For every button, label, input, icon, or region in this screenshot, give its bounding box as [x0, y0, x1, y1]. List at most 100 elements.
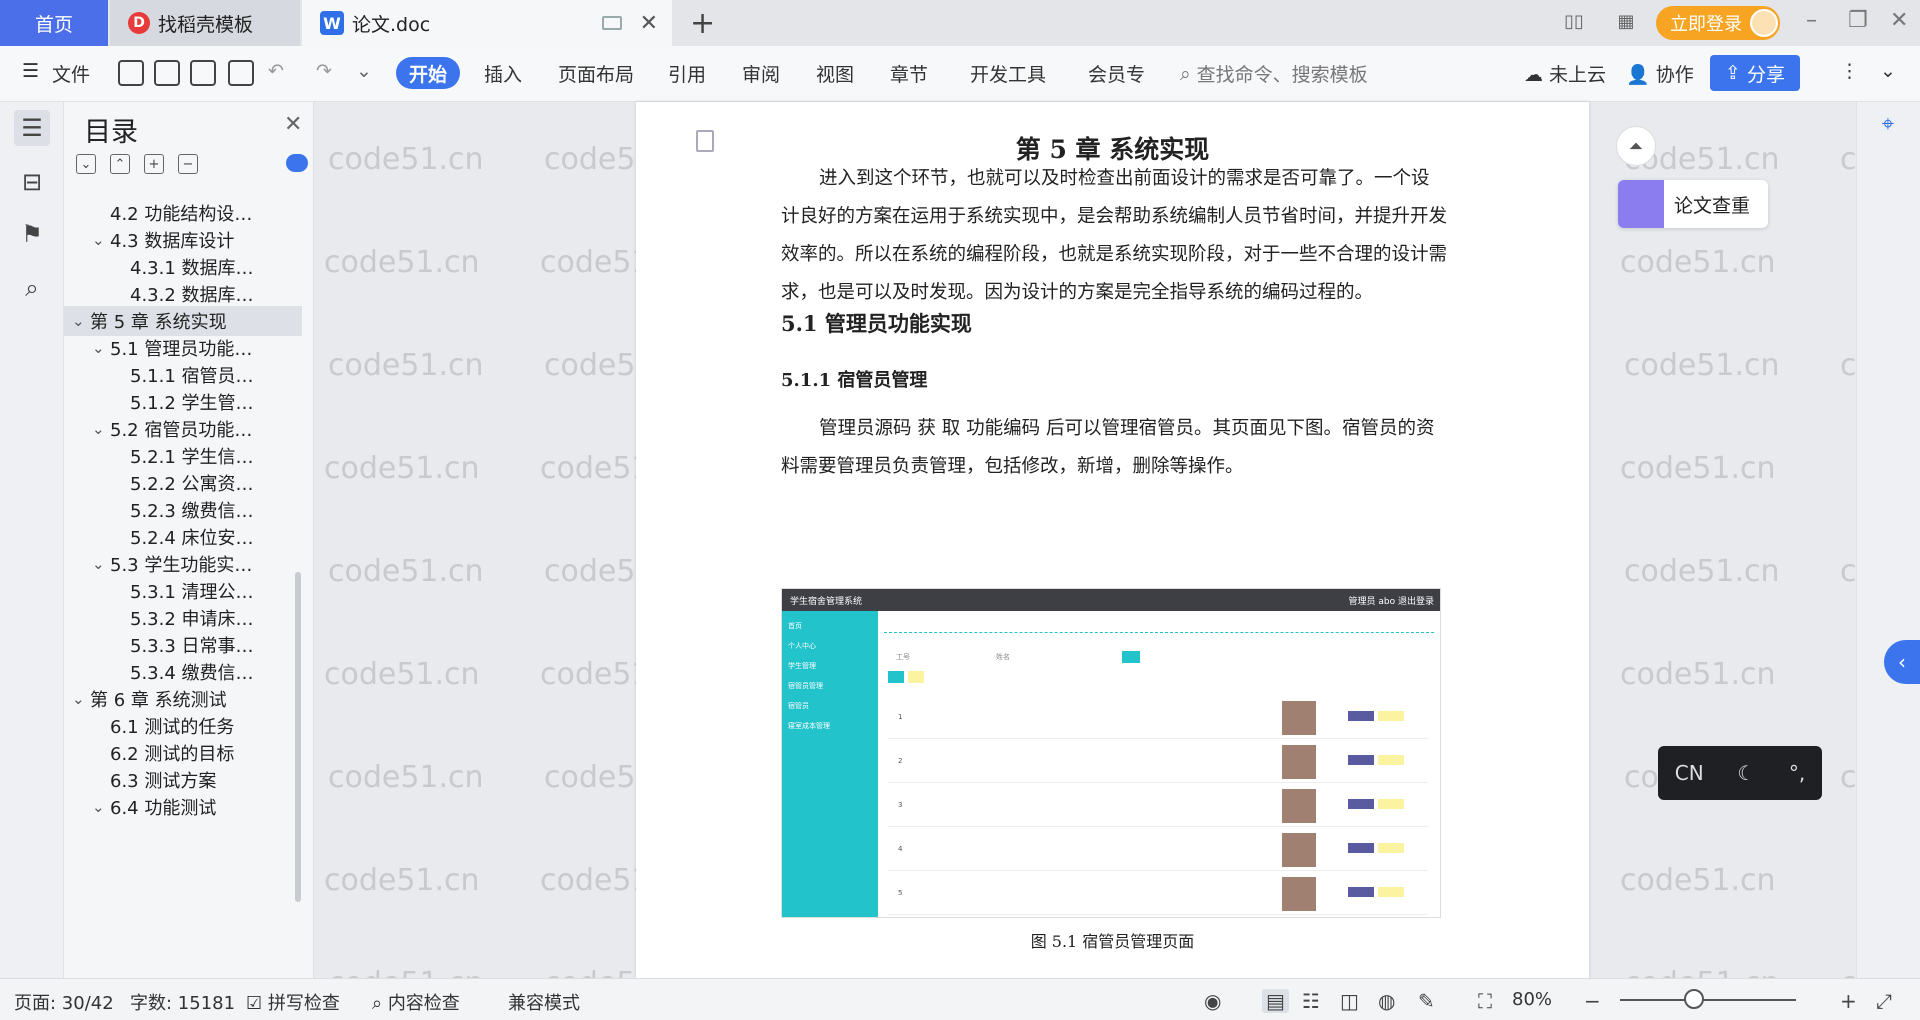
- toc-item[interactable]: 5.3.1 清理公…: [64, 576, 302, 606]
- tab-document[interactable]: W 论文.doc ✕: [302, 0, 672, 46]
- close-tab-icon[interactable]: ✕: [640, 11, 658, 36]
- outline-view-icon[interactable]: ☷: [1302, 989, 1320, 1013]
- toc-item[interactable]: 4.3.2 数据库…: [64, 279, 302, 309]
- share-button[interactable]: ⇪ 分享: [1710, 55, 1800, 91]
- toc-item[interactable]: 5.1.1 宿管员…: [64, 360, 302, 390]
- close-window-icon[interactable]: ✕: [1890, 8, 1908, 33]
- toc-item[interactable]: 5.3.2 申请床…: [64, 603, 302, 633]
- chevron-down-icon[interactable]: ⌄: [72, 690, 90, 708]
- login-button[interactable]: 立即登录: [1656, 6, 1780, 40]
- toc-item[interactable]: ⌄ 5.3 学生功能实…: [64, 549, 302, 579]
- chevron-down-icon[interactable]: ⌄: [72, 312, 90, 330]
- search-doc-icon[interactable]: ⌕: [14, 270, 50, 306]
- layout-icon[interactable]: ▯▯: [1560, 10, 1588, 32]
- toc-item[interactable]: 5.2.2 公寓资…: [64, 468, 302, 498]
- menu-member[interactable]: 会员专: [1088, 60, 1145, 87]
- export-icon[interactable]: [154, 60, 180, 86]
- zoom-slider[interactable]: [1620, 999, 1796, 1001]
- scroll-top-icon[interactable]: ⏶: [1616, 126, 1656, 166]
- toc-item[interactable]: 6.2 测试的目标: [64, 738, 302, 768]
- web-view-icon[interactable]: ◍: [1378, 989, 1395, 1013]
- expand-icon[interactable]: ⌄: [76, 154, 96, 174]
- ime-indicator[interactable]: CN ☾ °,: [1658, 746, 1822, 800]
- menu-file[interactable]: 文件: [52, 60, 90, 87]
- toc-item[interactable]: 6.3 测试方案: [64, 765, 302, 795]
- minimize-icon[interactable]: –: [1806, 8, 1817, 33]
- close-panel-icon[interactable]: ✕: [284, 112, 302, 137]
- new-tab-icon[interactable]: +: [690, 6, 715, 41]
- apps-grid-icon[interactable]: ▦: [1612, 10, 1640, 32]
- chevron-down-icon[interactable]: ⌄: [92, 555, 110, 573]
- toc-item[interactable]: 5.3.3 日常事…: [64, 630, 302, 660]
- navigation-icon[interactable]: ⊟: [14, 164, 50, 200]
- bookmark-icon[interactable]: ⚑: [14, 216, 50, 252]
- screenshot-delete-button: [1378, 799, 1404, 809]
- zoom-in-icon[interactable]: +: [1840, 989, 1857, 1013]
- toc-item[interactable]: 5.2.4 床位安…: [64, 522, 302, 552]
- save-icon[interactable]: [118, 60, 144, 86]
- zoom-level[interactable]: 80%: [1512, 989, 1552, 1010]
- toc-item[interactable]: 5.2.3 缴费信…: [64, 495, 302, 525]
- more-icon[interactable]: ⋮: [1840, 60, 1859, 82]
- toc-item[interactable]: ⌄ 6.4 功能测试: [64, 792, 302, 822]
- print-icon[interactable]: [190, 60, 216, 86]
- pen-icon[interactable]: ✎: [1418, 989, 1435, 1013]
- zoom-slider-handle[interactable]: [1684, 989, 1704, 1009]
- toc-item[interactable]: ⌄ 5.1 管理员功能…: [64, 333, 302, 363]
- menu-page-layout[interactable]: 页面布局: [558, 60, 634, 87]
- redo-icon[interactable]: ↷: [316, 60, 332, 82]
- cloud-status[interactable]: ☁ 未上云: [1524, 60, 1606, 87]
- toc-item[interactable]: ⌄ 5.2 宿管员功能…: [64, 414, 302, 444]
- chevron-down-icon[interactable]: ⌄: [92, 339, 110, 357]
- tab-home[interactable]: 首页: [0, 0, 108, 46]
- undo-icon[interactable]: ↶: [268, 60, 284, 82]
- toc-panel-icon[interactable]: ☰: [14, 110, 50, 146]
- add-heading-icon[interactable]: +: [144, 154, 164, 174]
- toc-sync-icon[interactable]: [286, 154, 308, 172]
- fullscreen-icon[interactable]: ⤢: [1876, 989, 1892, 1013]
- more-chevron-icon[interactable]: ⌄: [356, 60, 372, 82]
- chevron-down-icon[interactable]: ⌄: [92, 420, 110, 438]
- menu-start[interactable]: 开始: [396, 57, 460, 89]
- menu-reference[interactable]: 引用: [668, 60, 706, 87]
- toc-item[interactable]: 5.2.1 学生信…: [64, 441, 302, 471]
- spell-check-button[interactable]: ☑ 拼写检查: [246, 989, 340, 1015]
- page-view-icon[interactable]: ▤: [1262, 989, 1289, 1013]
- preview-icon[interactable]: [228, 60, 254, 86]
- paper-check-button[interactable]: 论文查重: [1618, 180, 1768, 228]
- fit-page-icon[interactable]: ⛶: [1478, 989, 1492, 1013]
- toc-item[interactable]: 5.1.2 学生管…: [64, 387, 302, 417]
- tab-template[interactable]: D 找稻壳模板: [110, 0, 300, 46]
- chevron-down-icon[interactable]: ⌄: [92, 798, 110, 816]
- toc-item[interactable]: ⌄ 第 6 章 系统测试: [64, 684, 302, 714]
- content-check-button[interactable]: ⌕ 内容检查: [372, 989, 460, 1015]
- chevron-down-icon[interactable]: ⌄: [92, 231, 110, 249]
- toc-item[interactable]: 4.3.1 数据库…: [64, 252, 302, 282]
- menu-dev-tools[interactable]: 开发工具: [970, 60, 1046, 87]
- command-search[interactable]: ⌕ 查找命令、搜索模板: [1180, 60, 1368, 87]
- toc-item[interactable]: 5.3.4 缴费信…: [64, 657, 302, 687]
- toc-scrollbar[interactable]: [295, 572, 301, 902]
- hamburger-icon[interactable]: ☰: [22, 60, 39, 82]
- remove-heading-icon[interactable]: −: [178, 154, 198, 174]
- word-count[interactable]: 字数: 15181: [130, 989, 235, 1015]
- toc-item[interactable]: 6.1 测试的任务: [64, 711, 302, 741]
- zoom-out-icon[interactable]: −: [1584, 989, 1601, 1013]
- toc-item[interactable]: 4.2 功能结构设…: [64, 198, 302, 228]
- restore-icon[interactable]: ❐: [1848, 8, 1868, 33]
- monitor-icon[interactable]: [602, 16, 622, 30]
- collaborate-button[interactable]: 👤 协作: [1626, 60, 1694, 87]
- expand-panel-icon[interactable]: ‹: [1884, 640, 1920, 684]
- menu-review[interactable]: 审阅: [742, 60, 780, 87]
- menu-insert[interactable]: 插入: [484, 60, 522, 87]
- collapse-icon[interactable]: ⌃: [110, 154, 130, 174]
- toc-item[interactable]: ⌄ 4.3 数据库设计: [64, 225, 302, 255]
- toc-item[interactable]: ⌄ 第 5 章 系统实现: [64, 306, 302, 336]
- eye-icon[interactable]: ◉: [1204, 989, 1221, 1013]
- collapse-ribbon-icon[interactable]: ⌄: [1880, 60, 1896, 82]
- page-count[interactable]: 页面: 30/42: [14, 989, 114, 1015]
- location-icon[interactable]: ⌖: [1873, 112, 1903, 142]
- menu-chapter[interactable]: 章节: [890, 60, 928, 87]
- read-view-icon[interactable]: ◫: [1340, 989, 1359, 1013]
- menu-view[interactable]: 视图: [816, 60, 854, 87]
